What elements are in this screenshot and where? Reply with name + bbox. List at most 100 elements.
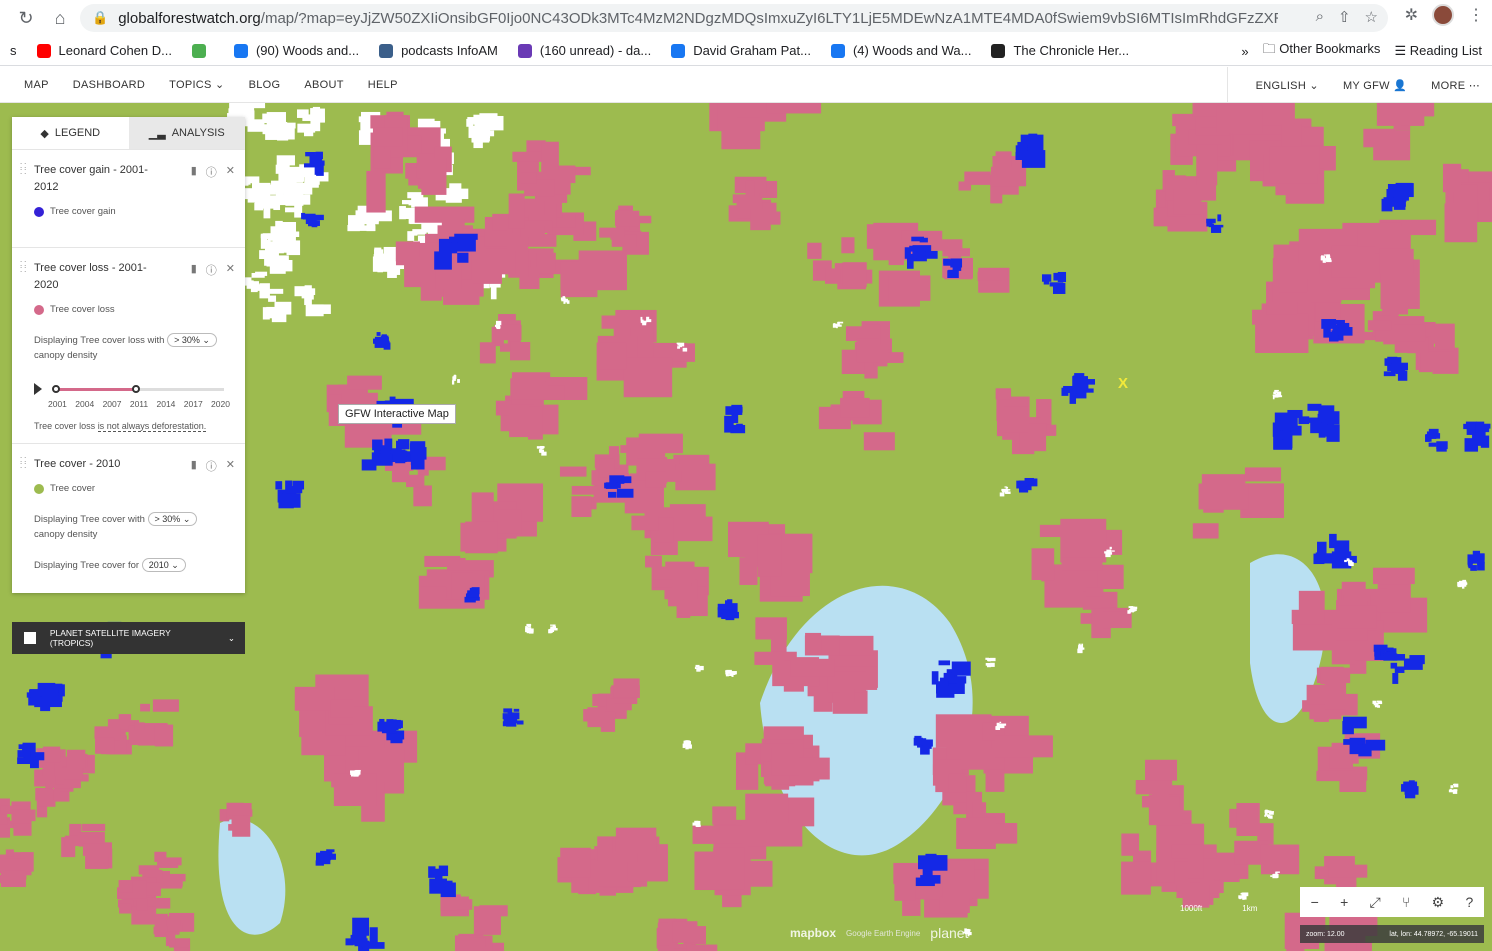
planet-logo[interactable]: planet (930, 925, 968, 941)
tree-cover-gain-patch (1206, 214, 1224, 233)
close-icon[interactable]: ✕ (226, 262, 235, 278)
bookmark-item[interactable]: (90) Woods and... (224, 43, 369, 58)
tree-cover-loss-patch (1442, 163, 1492, 243)
zoom-out-icon[interactable]: − (1311, 894, 1319, 910)
cleared-area (525, 623, 534, 634)
bookmark-favicon-icon (830, 43, 845, 58)
nav-about[interactable]: ABOUT (292, 79, 355, 91)
reading-list[interactable]: ☰ Reading List (1394, 43, 1482, 59)
settings-icon[interactable]: ⚙ (1432, 894, 1445, 911)
year-select[interactable]: 2010 ⌄ (141, 558, 186, 572)
tree-cover-gain-patch (724, 404, 746, 434)
info-icon[interactable]: ⓘ (206, 458, 217, 474)
info-icon[interactable]: ⓘ (206, 164, 217, 180)
cleared-area (1457, 579, 1468, 589)
close-icon[interactable]: ✕ (226, 458, 235, 474)
planet-checkbox[interactable] (24, 632, 36, 644)
nav-language[interactable]: ENGLISH ⌄ (1244, 79, 1331, 92)
close-icon[interactable]: ✕ (226, 164, 235, 180)
bookmarks-overflow[interactable]: » (1241, 44, 1248, 59)
scale-bar: 1000ft 1km (1180, 904, 1257, 913)
legend-label: Tree cover gain (50, 206, 116, 217)
zoom-icon[interactable]: ⌕ (1316, 8, 1324, 26)
density-select[interactable]: > 30% ⌄ (147, 512, 198, 526)
bookmark-item[interactable]: (160 unread) - da... (508, 43, 661, 58)
bookmark-favicon-icon (991, 43, 1006, 58)
map-attribution: mapbox Google Earth Engine planet (790, 925, 968, 941)
tab-legend[interactable]: ◆ LEGEND (12, 117, 129, 149)
other-bookmarks[interactable]: 🗀 Other Bookmarks (1263, 40, 1381, 62)
tree-cover-gain-patch (1016, 477, 1038, 493)
chevron-down-icon[interactable]: ⌄ (228, 633, 235, 644)
profile-avatar[interactable] (1432, 4, 1454, 26)
url-host: globalforestwatch.org (118, 9, 261, 27)
slider-start-handle[interactable] (52, 385, 60, 393)
tab-analysis[interactable]: ▁▃ ANALYSIS (128, 117, 245, 149)
cleared-area (1238, 892, 1249, 900)
nav-more[interactable]: MORE ⋯ (1419, 79, 1492, 92)
tree-cover-loss-patch (128, 699, 179, 747)
planet-label: PLANET SATELLITE IMAGERY (TROPICS) (49, 628, 171, 648)
bookmark-item[interactable]: David Graham Pat... (661, 43, 821, 58)
share-icon[interactable]: ⇧ (1338, 8, 1351, 26)
extensions-icon[interactable]: ✲ (1405, 5, 1418, 25)
tree-cover-loss-patch (599, 205, 652, 255)
bookmark-item[interactable]: The Chronicle Her... (981, 43, 1139, 58)
tree-cover-loss-patch (1135, 759, 1184, 826)
cleared-area (694, 664, 704, 672)
legend-dot (34, 304, 44, 315)
legend-dot (34, 206, 44, 217)
nav-topics[interactable]: TOPICS ⌄ (157, 78, 236, 91)
bookmark-item[interactable]: s (0, 43, 27, 58)
bookmark-item[interactable] (182, 43, 224, 58)
bookmark-item[interactable]: Leonard Cohen D... (27, 43, 182, 58)
play-icon[interactable] (34, 383, 42, 395)
nav-help[interactable]: HELP (356, 79, 410, 91)
drag-handle-icon[interactable]: ∷ ∷ (20, 260, 28, 276)
cleared-area (241, 271, 270, 299)
mapbox-logo[interactable]: mapbox (790, 926, 836, 940)
planet-imagery-toggle[interactable]: PLANET SATELLITE IMAGERY (TROPICS) ⌄ (12, 622, 245, 654)
tree-cover-gain-patch (275, 480, 305, 509)
tree-cover-loss-patch (583, 678, 640, 732)
slider-end-handle[interactable] (132, 385, 140, 393)
year-range-slider[interactable]: 2001 2004 2007 2011 2014 2017 2020 (34, 379, 233, 419)
opacity-icon[interactable]: ▮ (191, 458, 197, 474)
share-map-icon[interactable]: ⑂ (1402, 894, 1410, 910)
cleared-area (1264, 809, 1275, 819)
reload-icon[interactable]: ↻ (12, 4, 40, 32)
bookmarks-bar: s Leonard Cohen D... (90) Woods and... podc… (0, 36, 1492, 66)
drag-handle-icon[interactable]: ∷ ∷ (20, 456, 28, 472)
density-select[interactable]: > 30% ⌄ (167, 333, 217, 347)
address-bar[interactable]: 🔒 globalforestwatch.org/map/?map=eyJjZW5… (80, 4, 1388, 32)
tree-cover-loss-patch (942, 246, 1010, 293)
location-marker[interactable]: X (1118, 375, 1128, 392)
year-tick: 2014 (156, 399, 176, 409)
opacity-icon[interactable]: ▮ (191, 164, 197, 180)
star-icon[interactable]: ☆ (1365, 8, 1378, 26)
tree-cover-loss-patch (709, 103, 822, 150)
year-text: Displaying Tree cover for (34, 560, 140, 571)
nav-map[interactable]: MAP (0, 79, 61, 91)
tree-cover-gain-patch (26, 682, 65, 712)
bookmark-favicon-icon (233, 43, 248, 58)
menu-icon[interactable]: ⋮ (1468, 5, 1484, 25)
zoom-in-icon[interactable]: + (1340, 894, 1348, 910)
home-icon[interactable]: ⌂ (46, 4, 74, 32)
nav-my-gfw[interactable]: MY GFW 👤 (1331, 79, 1419, 92)
nav-dashboard[interactable]: DASHBOARD (61, 79, 157, 91)
tree-cover-loss-patch (512, 140, 591, 203)
cleared-area (451, 374, 460, 385)
help-icon[interactable]: ? (1466, 894, 1474, 910)
bookmark-item[interactable]: (4) Woods and Wa... (821, 43, 982, 58)
user-icon: 👤 (1393, 79, 1408, 92)
nav-blog[interactable]: BLOG (237, 79, 293, 91)
bookmark-item[interactable]: podcasts InfoAM (369, 43, 508, 58)
deforestation-link[interactable]: is not always deforestation. (97, 421, 207, 432)
fullscreen-icon[interactable]: ⤢ (1370, 894, 1381, 911)
drag-handle-icon[interactable]: ∷ ∷ (20, 162, 28, 178)
info-icon[interactable]: ⓘ (206, 262, 217, 278)
tree-cover-loss-patch (294, 674, 373, 756)
opacity-icon[interactable]: ▮ (191, 262, 197, 278)
year-tick: 2001 (48, 399, 67, 409)
